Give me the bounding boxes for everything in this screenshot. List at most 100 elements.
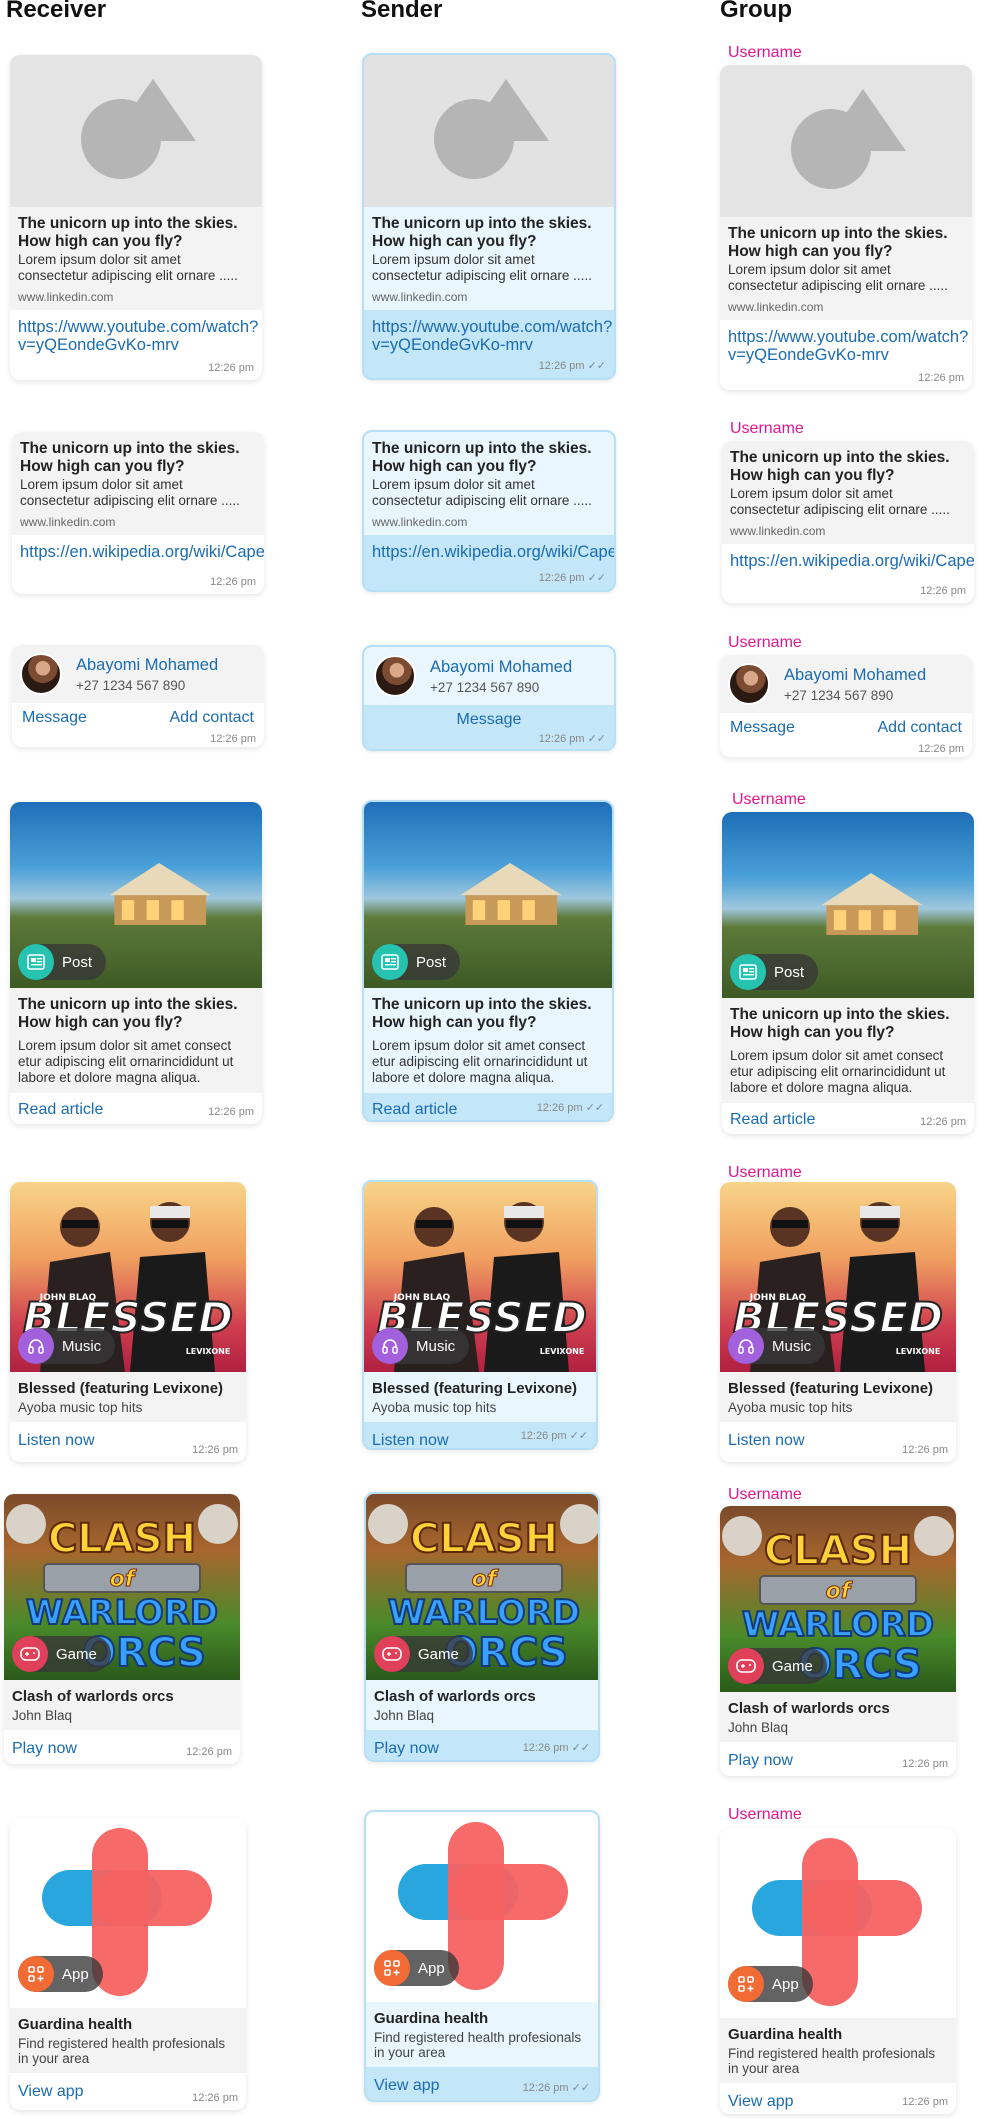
group-username[interactable]: Username (728, 1806, 802, 1824)
link-preview-image (10, 55, 262, 207)
message-contact-button[interactable]: Message (457, 711, 522, 729)
link-url[interactable]: https://www.youtube.com/watch?v=yQEondeG… (10, 310, 262, 354)
receiver-game-message[interactable]: CLASH of WARLORD ORCS Game Clash of warl… (4, 1494, 240, 1764)
game-art[interactable]: CLASH of WARLORD ORCS Game (366, 1494, 598, 1680)
post-description: Lorem ipsum dolor sit amet consect etur … (18, 1038, 234, 1085)
headphones-icon (372, 1328, 408, 1364)
read-receipt-icon: ✓✓ (587, 572, 606, 584)
message-time: 12:26 pm (538, 572, 585, 584)
group-post-message[interactable]: Post The unicorn up into the skies. How … (722, 812, 974, 1134)
contact-avatar (20, 653, 62, 695)
receiver-post-message[interactable]: Post The unicorn up into the skies. How … (10, 802, 262, 1124)
message-time: 12:26 pm (918, 372, 964, 384)
message-time: 12:26 pm (902, 1444, 948, 1456)
link-url[interactable]: https://en.wikipedia.org/wiki/Cape_Town (12, 535, 264, 561)
post-image[interactable]: Post (722, 812, 974, 998)
post-title: The unicorn up into the skies. How high … (372, 996, 592, 1031)
group-game-message[interactable]: CLASH of WARLORD ORCS Game Clash of warl… (720, 1506, 956, 1776)
gamepad-icon (728, 1648, 764, 1684)
message-time: 12:26 pm (522, 1742, 569, 1754)
message-time: 12:26 pm (210, 733, 256, 745)
link-preview-domain: www.linkedin.com (20, 515, 116, 529)
group-link-message[interactable]: The unicorn up into the skies. How high … (722, 441, 974, 603)
app-badge: App (728, 1966, 813, 2002)
group-username[interactable]: Username (728, 1164, 802, 1182)
link-url[interactable]: https://www.youtube.com/watch?v=yQEondeG… (364, 310, 614, 354)
svg-text:CLASH: CLASH (764, 1528, 912, 1574)
tent-lodge-image (109, 862, 211, 925)
message-time: 12:26 pm (920, 585, 966, 597)
app-badge: App (18, 1956, 103, 1992)
message-contact-button[interactable]: Message (730, 719, 795, 737)
group-username[interactable]: Username (730, 420, 804, 438)
tent-lodge-image (821, 872, 923, 935)
post-badge-label: Post (62, 953, 93, 971)
svg-text:CLASH: CLASH (410, 1516, 558, 1562)
sender-music-message[interactable]: BLESSED JOHN BLAQ LEVIXONE Music Blessed… (362, 1180, 598, 1450)
receiver-link-message[interactable]: The unicorn up into the skies. How high … (10, 55, 262, 380)
message-time: 12:26 pm (538, 360, 585, 372)
apps-icon (374, 1950, 410, 1986)
svg-text:of: of (826, 1579, 853, 1604)
receiver-link-message[interactable]: The unicorn up into the skies. How high … (12, 432, 264, 594)
add-contact-button[interactable]: Add contact (878, 719, 963, 737)
app-logo-image[interactable]: App (720, 1828, 956, 2018)
placeholder-image-icon (434, 78, 549, 179)
group-link-message[interactable]: The unicorn up into the skies. How high … (720, 65, 972, 390)
receiver-contact-message[interactable]: Abayomi Mohamed +27 1234 567 890 Message… (12, 645, 264, 747)
read-receipt-icon: ✓✓ (571, 1742, 590, 1754)
contact-name: Abayomi Mohamed (76, 655, 219, 674)
group-username[interactable]: Username (728, 1486, 802, 1504)
album-art[interactable]: BLESSED JOHN BLAQ LEVIXONE Music (720, 1182, 956, 1372)
link-url[interactable]: https://en.wikipedia.org/wiki/Cape_Town (364, 535, 614, 561)
game-art[interactable]: CLASH of WARLORD ORCS Game (4, 1494, 240, 1680)
receiver-music-message[interactable]: BLESSED JOHN BLAQ LEVIXONE Music Blessed… (10, 1182, 246, 1462)
apps-icon (728, 1966, 764, 2002)
message-contact-button[interactable]: Message (22, 709, 87, 727)
music-badge-label: Music (416, 1337, 456, 1355)
group-contact-message[interactable]: Abayomi Mohamed +27 1234 567 890 Message… (720, 655, 972, 757)
message-time: 12:26 pm (902, 1758, 948, 1770)
game-art[interactable]: CLASH of WARLORD ORCS Game (720, 1506, 956, 1692)
sender-link-message[interactable]: The unicorn up into the skies. How high … (362, 430, 616, 592)
group-app-message[interactable]: App Guardina health Find registered heal… (720, 1828, 956, 2114)
sender-post-message[interactable]: Post The unicorn up into the skies. How … (362, 800, 614, 1122)
music-badge-label: Music (62, 1337, 102, 1355)
sender-game-message[interactable]: CLASH of WARLORD ORCS Game Clash of warl… (364, 1492, 600, 1762)
link-preview-domain: www.linkedin.com (372, 515, 468, 529)
link-url[interactable]: https://www.youtube.com/watch?v=yQEondeG… (720, 320, 972, 364)
receiver-app-message[interactable]: App Guardina health Find registered heal… (10, 1818, 246, 2110)
message-time: 12:26 pm (918, 743, 964, 755)
sender-app-message[interactable]: App Guardina health Find registered heal… (364, 1810, 600, 2102)
group-username[interactable]: Username (732, 791, 806, 809)
game-badge: Game (728, 1648, 827, 1684)
album-art[interactable]: BLESSED JOHN BLAQ LEVIXONE Music (364, 1182, 596, 1372)
post-image[interactable]: Post (10, 802, 262, 988)
game-badge-label: Game (418, 1645, 459, 1663)
album-art[interactable]: BLESSED JOHN BLAQ LEVIXONE Music (10, 1182, 246, 1372)
read-receipt-icon: ✓✓ (571, 2082, 590, 2094)
music-subtitle: Ayoba music top hits (372, 1400, 497, 1415)
contact-avatar (374, 655, 416, 697)
group-music-message[interactable]: BLESSED JOHN BLAQ LEVIXONE Music Blessed… (720, 1182, 956, 1462)
app-logo-image[interactable]: App (366, 1812, 598, 2002)
sender-link-message[interactable]: The unicorn up into the skies. How high … (362, 53, 616, 380)
post-badge: Post (18, 944, 107, 980)
group-username[interactable]: Username (728, 44, 802, 62)
link-preview-description: Lorem ipsum dolor sit amet consectetur a… (20, 477, 240, 508)
post-badge: Post (730, 954, 819, 990)
music-title: Blessed (featuring Levixone) (372, 1380, 578, 1397)
sender-contact-message[interactable]: Abayomi Mohamed +27 1234 567 890 Message… (362, 645, 616, 751)
post-image[interactable]: Post (364, 802, 612, 988)
link-url[interactable]: https://en.wikipedia.org/wiki/Cape_Town (722, 544, 974, 570)
link-preview-title: The unicorn up into the skies. How high … (18, 215, 238, 250)
add-contact-button[interactable]: Add contact (170, 709, 255, 727)
message-time: 12:26 pm (192, 1444, 238, 1456)
group-username[interactable]: Username (728, 634, 802, 652)
link-preview-description: Lorem ipsum dolor sit amet consectetur a… (372, 477, 592, 508)
headphones-icon (728, 1328, 764, 1364)
app-logo-image[interactable]: App (10, 1818, 246, 2008)
headphones-icon (18, 1328, 54, 1364)
link-preview-description: Lorem ipsum dolor sit amet consectetur a… (728, 262, 948, 293)
link-preview-description: Lorem ipsum dolor sit amet consectetur a… (372, 252, 592, 283)
